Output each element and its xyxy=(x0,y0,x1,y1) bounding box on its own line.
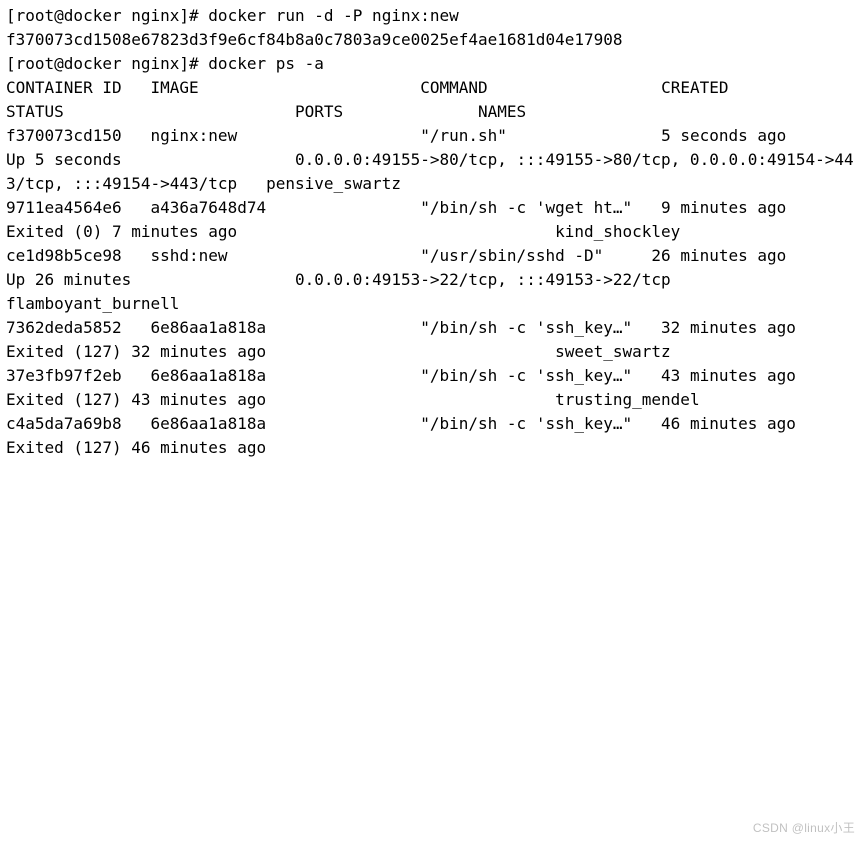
row3-names: sweet_swartz xyxy=(555,342,671,361)
ps-header-created: CREATED xyxy=(661,78,728,97)
row2-names: flamboyant_burnell xyxy=(6,294,179,313)
row1-image: a436a7648d74 xyxy=(151,198,267,217)
row0-names: pensive_swartz xyxy=(266,174,401,193)
run-output-hash: f370073cd1508e67823d3f9e6cf84b8a0c7803a9… xyxy=(6,30,623,49)
row5-created: 46 minutes ago xyxy=(661,414,796,433)
row4-id: 37e3fb97f2eb xyxy=(6,366,122,385)
row0-id: f370073cd150 xyxy=(6,126,122,145)
row4-names: trusting_mendel xyxy=(555,390,700,409)
row2-ports: 0.0.0.0:49153->22/tcp, :::49153->22/tcp xyxy=(295,270,671,289)
watermark-text: CSDN @linux小王 xyxy=(753,819,855,836)
ps-header-names: NAMES xyxy=(478,102,526,121)
row0-command: "/run.sh" xyxy=(420,126,507,145)
row2-command: "/usr/sbin/sshd -D" xyxy=(420,246,603,265)
row2-status: Up 26 minutes xyxy=(6,270,131,289)
ps-header-ports: PORTS xyxy=(295,102,343,121)
row3-command: "/bin/sh -c 'ssh_key…" xyxy=(420,318,632,337)
command-docker-ps: docker ps -a xyxy=(208,54,324,73)
row0-ports: 0.0.0.0:49155->80/tcp, :::49155->80/tcp,… xyxy=(6,150,854,193)
row5-status: Exited (127) 46 minutes ago xyxy=(6,438,266,457)
row1-command: "/bin/sh -c 'wget ht…" xyxy=(420,198,632,217)
row1-names: kind_shockley xyxy=(555,222,680,241)
shell-prompt: [root@docker nginx]# xyxy=(6,6,199,25)
row2-created: 26 minutes ago xyxy=(651,246,786,265)
ps-header-status: STATUS xyxy=(6,102,64,121)
row5-command: "/bin/sh -c 'ssh_key…" xyxy=(420,414,632,433)
row2-image: sshd:new xyxy=(151,246,228,265)
ps-header-image: IMAGE xyxy=(151,78,199,97)
row5-id: c4a5da7a69b8 xyxy=(6,414,122,433)
row3-id: 7362deda5852 xyxy=(6,318,122,337)
ps-header-container-id: CONTAINER ID xyxy=(6,78,122,97)
row4-command: "/bin/sh -c 'ssh_key…" xyxy=(420,366,632,385)
row3-image: 6e86aa1a818a xyxy=(151,318,267,337)
row1-id: 9711ea4564e6 xyxy=(6,198,122,217)
shell-prompt: [root@docker nginx]# xyxy=(6,54,199,73)
row1-status: Exited (0) 7 minutes ago xyxy=(6,222,237,241)
row0-created: 5 seconds ago xyxy=(661,126,786,145)
row5-image: 6e86aa1a818a xyxy=(151,414,267,433)
row1-created: 9 minutes ago xyxy=(661,198,786,217)
row3-status: Exited (127) 32 minutes ago xyxy=(6,342,266,361)
row0-image: nginx:new xyxy=(151,126,238,145)
terminal-output: [root@docker nginx]# docker run -d -P ng… xyxy=(0,0,860,464)
row0-status: Up 5 seconds xyxy=(6,150,122,169)
row3-created: 32 minutes ago xyxy=(661,318,796,337)
command-docker-run: docker run -d -P nginx:new xyxy=(208,6,458,25)
row4-status: Exited (127) 43 minutes ago xyxy=(6,390,266,409)
row4-created: 43 minutes ago xyxy=(661,366,796,385)
row2-id: ce1d98b5ce98 xyxy=(6,246,122,265)
row4-image: 6e86aa1a818a xyxy=(151,366,267,385)
ps-header-command: COMMAND xyxy=(420,78,487,97)
